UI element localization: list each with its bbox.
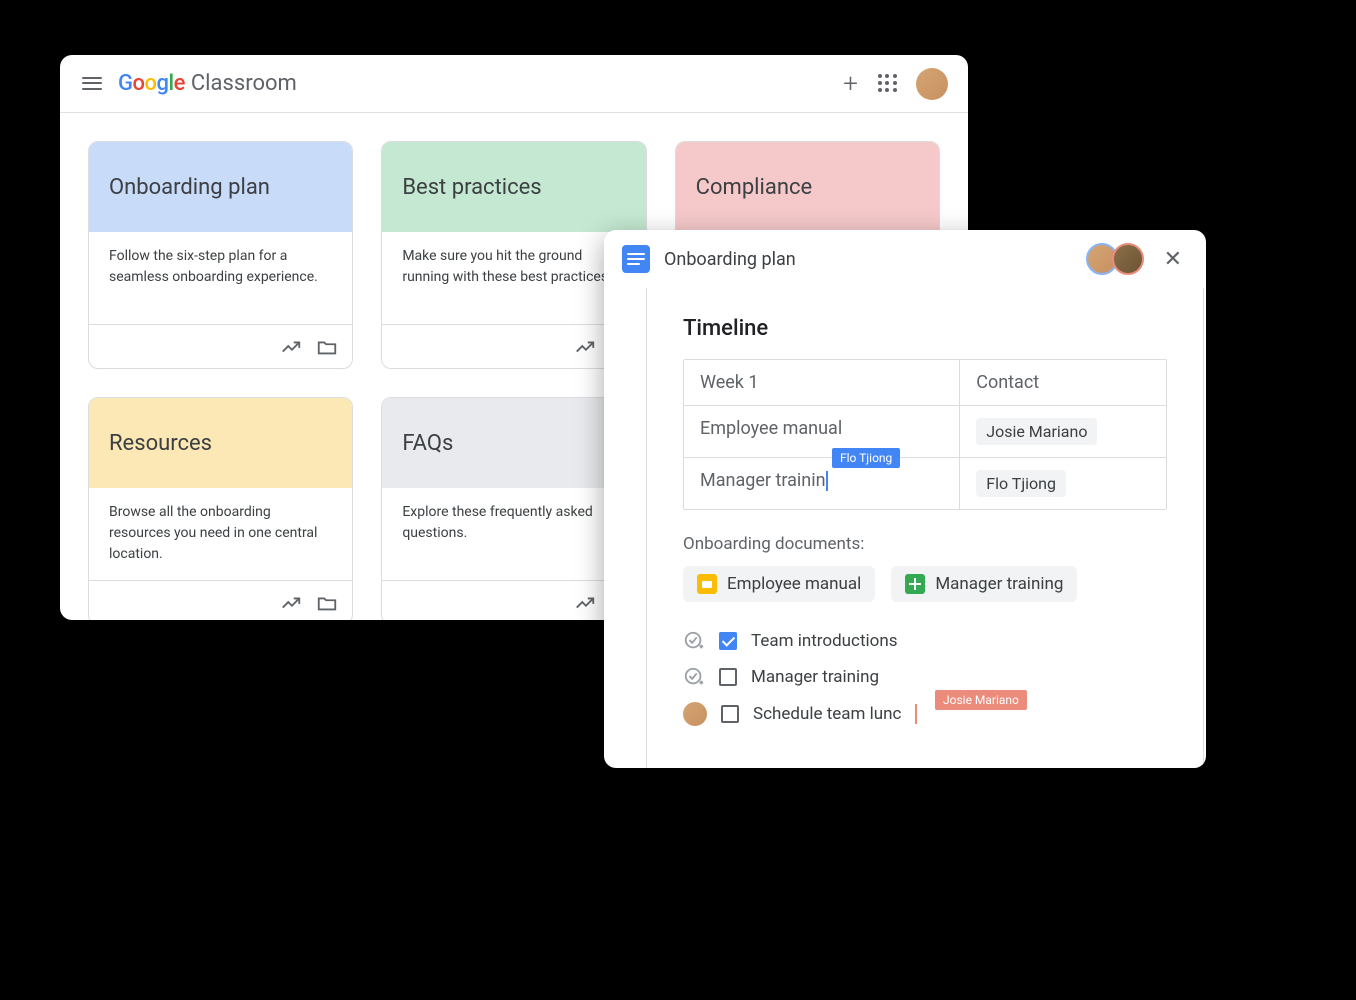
folder-icon[interactable] (316, 336, 338, 358)
close-icon[interactable]: ✕ (1158, 247, 1188, 272)
checklist-item: Manager training (683, 666, 1167, 688)
table-header-row: Week 1 Contact (684, 360, 1166, 406)
chip-label: Employee manual (727, 574, 861, 594)
table-cell-item: Employee manual (684, 406, 960, 457)
doc-page: Timeline Week 1 Contact Employee manual … (646, 288, 1204, 768)
add-task-icon[interactable] (683, 666, 705, 688)
analytics-icon[interactable] (280, 592, 302, 614)
document-chip[interactable]: Employee manual (683, 566, 875, 602)
card-description: Follow the six-step plan for a seamless … (89, 232, 352, 324)
class-card[interactable]: Onboarding plan Follow the six-step plan… (88, 141, 353, 369)
checklist-label: Schedule team lunc (753, 704, 901, 724)
table-header-week: Week 1 (684, 360, 960, 405)
contact-chip[interactable]: Flo Tjiong (976, 470, 1066, 497)
menu-icon[interactable] (80, 72, 104, 96)
card-title: FAQs (402, 431, 453, 456)
collaborator-avatar-small (683, 702, 707, 726)
table-row: Employee manual Josie Mariano (684, 406, 1166, 458)
add-task-icon[interactable] (683, 630, 705, 652)
section-label: Onboarding documents: (683, 534, 1167, 554)
card-title: Resources (109, 431, 212, 456)
table-header-contact: Contact (960, 360, 1166, 405)
timeline-heading: Timeline (683, 316, 1167, 341)
checkbox[interactable] (719, 668, 737, 686)
classroom-header: Google Classroom + (60, 55, 968, 113)
checklist-item: Team introductions (683, 630, 1167, 652)
analytics-icon[interactable] (280, 336, 302, 358)
card-footer (89, 580, 352, 620)
google-logo: Google (118, 71, 185, 96)
card-footer (89, 324, 352, 368)
timeline-table: Week 1 Contact Employee manual Josie Mar… (683, 359, 1167, 510)
card-header: Resources (89, 398, 352, 488)
collaborator-cursor-flag: Flo Tjiong (832, 448, 900, 468)
collaborator-cursor (915, 704, 917, 724)
contact-chip[interactable]: Josie Mariano (976, 418, 1097, 445)
doc-body: Timeline Week 1 Contact Employee manual … (604, 288, 1206, 768)
card-header: Best practices (382, 142, 645, 232)
checkbox[interactable] (719, 632, 737, 650)
docs-header: Onboarding plan ✕ (604, 230, 1206, 288)
analytics-icon[interactable] (574, 592, 596, 614)
table-cell-item: Manager trainin Flo Tjiong (684, 458, 960, 509)
card-title: Best practices (402, 175, 541, 200)
collaborator-avatar[interactable] (1112, 243, 1144, 275)
checklist-label: Manager training (751, 667, 879, 687)
checklist-item: Schedule team lunc Josie Mariano (683, 702, 1167, 726)
table-cell-contact: Josie Mariano (960, 406, 1166, 457)
apps-grid-icon[interactable] (878, 74, 898, 94)
user-avatar[interactable] (916, 68, 948, 100)
collaborator-avatars (1086, 243, 1144, 275)
add-icon[interactable]: + (843, 69, 858, 99)
folder-icon[interactable] (316, 592, 338, 614)
class-card[interactable]: Resources Browse all the onboarding reso… (88, 397, 353, 620)
document-chips: Employee manual Manager training (683, 566, 1167, 602)
google-sheets-icon (905, 574, 925, 594)
google-slides-icon (697, 574, 717, 594)
card-title: Compliance (696, 175, 813, 200)
card-description: Browse all the onboarding resources you … (89, 488, 352, 580)
card-title: Onboarding plan (109, 175, 270, 200)
chip-label: Manager training (935, 574, 1063, 594)
card-header: Onboarding plan (89, 142, 352, 232)
collaborator-cursor (826, 471, 828, 491)
document-chip[interactable]: Manager training (891, 566, 1077, 602)
table-row: Manager trainin Flo Tjiong Flo Tjiong (684, 458, 1166, 509)
checklist-label: Team introductions (751, 631, 898, 651)
doc-title: Onboarding plan (664, 249, 1072, 270)
checklist: Team introductions Manager training Sche… (683, 630, 1167, 726)
analytics-icon[interactable] (574, 336, 596, 358)
table-cell-contact: Flo Tjiong (960, 458, 1166, 509)
collaborator-cursor-flag: Josie Mariano (935, 690, 1027, 710)
product-name: Classroom (191, 71, 297, 96)
google-docs-icon (622, 245, 650, 273)
checkbox[interactable] (721, 705, 739, 723)
card-header: Compliance (676, 142, 939, 232)
docs-window: Onboarding plan ✕ Timeline Week 1 Contac… (604, 230, 1206, 768)
